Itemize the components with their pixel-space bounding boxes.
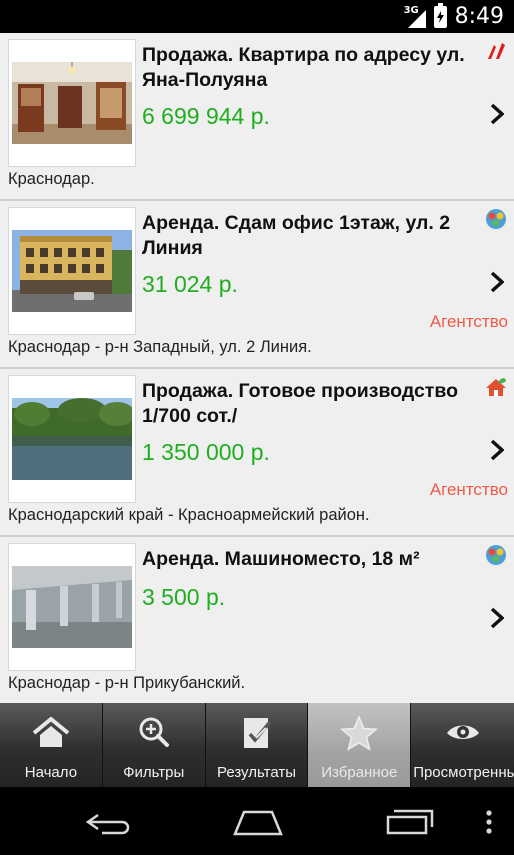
listing-location: Краснодар. (8, 170, 95, 188)
commercial-property-icon (486, 209, 506, 229)
bottom-tab-bar: Начало Фильтры Результаты Избранное Прос… (0, 703, 514, 787)
chevron-right-icon[interactable] (490, 271, 504, 293)
signal-icon: 3G (404, 5, 426, 28)
tab-favorites[interactable]: Избранное (308, 703, 412, 787)
private-owner-icon (488, 43, 505, 59)
listing-thumbnail (8, 543, 136, 671)
listing-location: Краснодарский край - Красноармейский рай… (8, 506, 370, 524)
listing-thumbnail (8, 207, 136, 335)
commercial-property-icon (486, 545, 506, 565)
checklist-icon (244, 718, 272, 748)
recent-apps-icon[interactable] (384, 807, 436, 837)
listing-price: 1 350 000 р. (142, 439, 270, 465)
agency-label: Агентство (429, 312, 508, 331)
chevron-right-icon[interactable] (490, 439, 504, 461)
office-building-photo (12, 230, 132, 312)
listing-title: Продажа. Готовое производство 1/700 сот.… (142, 380, 458, 427)
listing-title: Аренда. Машиноместо, 18 м² (142, 548, 420, 570)
listing-thumbnail (8, 375, 136, 503)
back-icon[interactable] (84, 809, 134, 837)
listing-list[interactable]: Продажа. Квартира по адресу ул. Яна-Полу… (0, 33, 514, 703)
tab-filters[interactable]: Фильтры (102, 703, 206, 787)
tab-label: Избранное (321, 764, 398, 781)
system-nav-bar (0, 787, 514, 855)
list-item[interactable]: Продажа. Готовое производство 1/700 сот.… (0, 369, 514, 537)
tab-label: Просмотренные (413, 764, 514, 781)
listing-price: 31 024 р. (142, 271, 238, 297)
apartment-interior-photo (12, 62, 132, 144)
lake-trees-photo (12, 398, 132, 480)
chevron-right-icon[interactable] (490, 607, 504, 629)
status-bar: 3G 8:49 (0, 0, 514, 33)
listing-price: 3 500 р. (142, 584, 226, 610)
tab-home[interactable]: Начало (0, 703, 103, 787)
tab-results[interactable]: Результаты (205, 703, 309, 787)
tab-viewed[interactable]: Просмотренные (411, 703, 514, 787)
star-icon (340, 715, 379, 751)
chevron-right-icon[interactable] (490, 103, 504, 125)
list-item[interactable]: Аренда. Машиноместо, 18 м² 3 500 р. Крас… (0, 537, 514, 703)
home-icon[interactable] (232, 807, 284, 837)
listing-title: Продажа. Квартира по адресу ул. Яна-Полу… (142, 44, 465, 91)
list-item[interactable]: Аренда. Сдам офис 1этаж, ул. 2 Линия 31 … (0, 201, 514, 369)
home-icon (32, 717, 70, 747)
list-item[interactable]: Продажа. Квартира по адресу ул. Яна-Полу… (0, 33, 514, 201)
battery-icon (433, 2, 447, 28)
menu-icon[interactable] (484, 809, 494, 835)
parking-garage-photo (12, 566, 132, 648)
tab-label: Начало (24, 764, 78, 781)
listing-thumbnail (8, 39, 136, 167)
listing-price: 6 699 944 р. (142, 103, 270, 129)
listing-location: Краснодар - р-н Западный, ул. 2 Линия. (8, 338, 312, 356)
tab-label: Фильтры (123, 764, 185, 781)
magnifier-plus-icon (139, 717, 169, 747)
eye-icon (446, 725, 479, 739)
tab-label: Результаты (216, 764, 296, 781)
agency-label: Агентство (429, 480, 508, 499)
listing-title: Аренда. Сдам офис 1этаж, ул. 2 Линия (142, 212, 451, 259)
listing-location: Краснодар - р-н Прикубанский. (8, 674, 246, 692)
land-house-icon (486, 378, 506, 396)
status-clock: 8:49 (454, 4, 504, 29)
